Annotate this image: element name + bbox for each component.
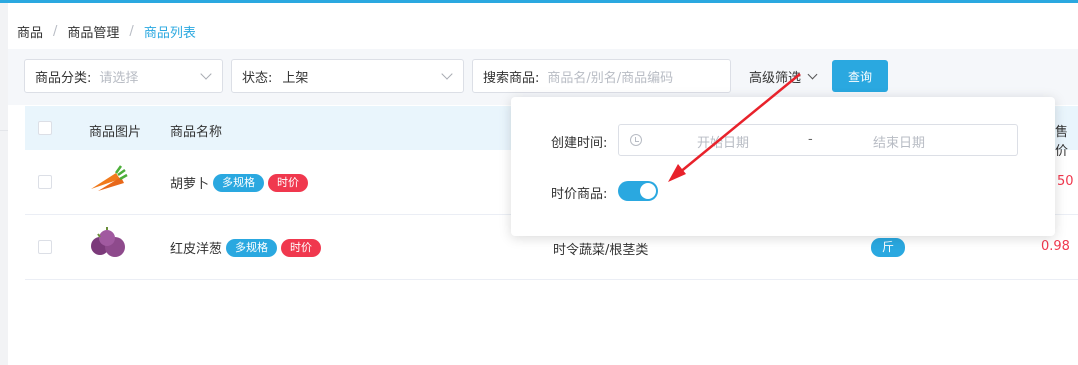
column-header-price: 售价 — [1055, 125, 1069, 159]
product-name-cell: 红皮洋葱 多规格 时价 — [170, 238, 322, 257]
column-header-name: 商品名称 — [170, 125, 223, 140]
clock-icon — [630, 134, 642, 146]
breadcrumb: 商品 / 商品管理 / 商品列表 — [17, 22, 196, 41]
time-price-label: 时价商品: — [551, 187, 608, 202]
breadcrumb-item-goods-management[interactable]: 商品管理 — [67, 22, 119, 41]
breadcrumb-separator: / — [129, 24, 134, 39]
breadcrumb-separator: / — [53, 24, 58, 39]
breadcrumb-item-goods[interactable]: 商品 — [17, 22, 43, 41]
product-name[interactable]: 胡萝卜 — [170, 173, 209, 192]
chevron-down-icon — [441, 68, 453, 80]
created-time-label: 创建时间: — [551, 136, 608, 151]
end-date-input[interactable]: 结束日期 — [873, 132, 925, 151]
top-accent-bar — [0, 0, 1078, 3]
unit-tag: 斤 — [871, 238, 905, 257]
carrot-icon — [91, 165, 128, 191]
select-all-checkbox[interactable] — [38, 121, 52, 135]
column-header-image: 商品图片 — [89, 125, 142, 140]
category-label: 商品分类: — [35, 70, 92, 86]
left-gutter-divider — [0, 130, 8, 131]
advanced-filter-popover: 创建时间: 开始日期 - 结束日期 时价商品: — [511, 97, 1055, 236]
row-checkbox[interactable] — [38, 240, 52, 254]
query-button[interactable]: 查询 — [832, 60, 888, 92]
left-gutter — [0, 3, 8, 365]
product-name[interactable]: 红皮洋葱 — [170, 238, 222, 257]
time-price-switch[interactable] — [618, 181, 658, 201]
category-placeholder: 请选择 — [99, 70, 139, 86]
search-label: 搜索商品: — [483, 70, 540, 86]
search-placeholder: 商品名/别名/商品编码 — [547, 70, 674, 86]
row-divider — [25, 279, 1078, 280]
time-price-tag: 时价 — [281, 238, 322, 257]
chevron-down-icon — [807, 69, 818, 80]
row-checkbox[interactable] — [38, 175, 52, 189]
category-value: 时令蔬菜/根茎类 — [553, 243, 649, 258]
chevron-down-icon — [200, 68, 212, 80]
multi-spec-tag: 多规格 — [226, 238, 278, 257]
date-range-separator: - — [808, 132, 813, 147]
price-value: 0.98 — [1041, 239, 1070, 254]
product-name-cell: 胡萝卜 多规格 时价 — [170, 173, 309, 192]
multi-spec-tag: 多规格 — [213, 173, 265, 192]
breadcrumb-item-goods-list: 商品列表 — [143, 26, 196, 41]
category-select[interactable]: 商品分类: 请选择 — [24, 59, 223, 93]
search-input[interactable]: 搜索商品: 商品名/别名/商品编码 — [472, 59, 731, 93]
price-value: 50 — [1057, 174, 1074, 189]
status-value: 上架 — [282, 70, 309, 86]
status-select[interactable]: 状态: 上架 — [231, 59, 464, 93]
time-price-tag: 时价 — [268, 173, 309, 192]
start-date-input[interactable]: 开始日期 — [697, 132, 749, 151]
advanced-filter-label: 高级筛选 — [749, 71, 802, 86]
switch-knob — [640, 183, 656, 199]
advanced-filter-toggle[interactable]: 高级筛选 — [749, 67, 818, 86]
onion-icon — [91, 227, 125, 257]
created-time-range-picker[interactable]: 开始日期 - 结束日期 — [618, 124, 1018, 156]
status-label: 状态: — [242, 70, 273, 86]
